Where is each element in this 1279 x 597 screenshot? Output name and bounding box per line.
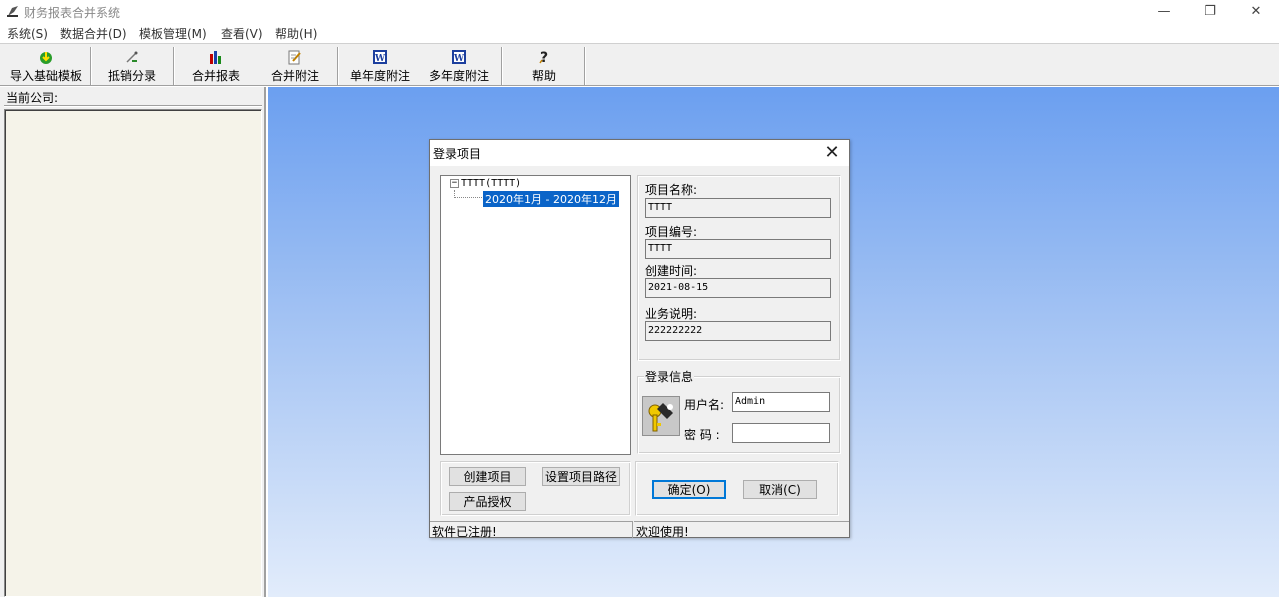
project-code-field: TTTT: [645, 239, 831, 259]
multi-year-notes-button[interactable]: W 多年度附注: [422, 46, 496, 84]
import-template-label: 导入基础模板: [9, 69, 82, 83]
tree-root-node[interactable]: − TTTT(TTTT): [450, 178, 521, 189]
merge-notes-button[interactable]: 合并附注: [257, 46, 333, 84]
offset-entries-label: 抵销分录: [107, 69, 156, 83]
status-welcome: 欢迎使用!: [634, 521, 849, 539]
bar-chart-icon: [207, 49, 225, 65]
edit-notes-icon: [286, 49, 304, 65]
dialog-close-button[interactable]: ✕: [821, 142, 843, 163]
menu-system[interactable]: 系统(S): [7, 25, 48, 42]
password-label: 密 码 :: [684, 428, 720, 442]
created-time-field: 2021-08-15: [645, 278, 831, 298]
project-name-label: 项目名称:: [645, 183, 698, 197]
tree-connector: [454, 190, 482, 198]
offset-icon: [123, 49, 141, 65]
help-label: 帮助: [531, 69, 556, 83]
business-desc-label: 业务说明:: [645, 307, 698, 321]
import-template-button[interactable]: 导入基础模板: [4, 46, 88, 84]
toolbar: 导入基础模板 抵销分录 合并报表 合并附注 W 单年度附注 W 多年度附注 ? …: [0, 43, 1279, 86]
offset-entries-button[interactable]: 抵销分录: [94, 46, 170, 84]
password-input[interactable]: [732, 423, 830, 443]
menu-view[interactable]: 查看(V): [221, 25, 263, 42]
set-project-path-button[interactable]: 设置项目路径: [542, 467, 620, 486]
collapse-icon[interactable]: −: [450, 178, 459, 188]
project-code-label: 项目编号:: [645, 225, 698, 239]
window-title: 财务报表合并系统: [24, 6, 121, 20]
company-panel: 当前公司:: [0, 87, 266, 597]
login-info-label: 登录信息: [644, 368, 695, 385]
project-name-field: TTTT: [645, 198, 831, 218]
dialog-title: 登录项目: [433, 147, 482, 161]
created-time-label: 创建时间:: [645, 264, 698, 278]
ok-button[interactable]: 确定(O): [652, 480, 726, 499]
word-doc-icon: W: [371, 49, 389, 65]
current-company-label: 当前公司:: [6, 91, 59, 105]
import-icon: [37, 49, 55, 65]
svg-text:W: W: [453, 54, 465, 64]
toolbar-separator: [173, 47, 175, 85]
menu-template[interactable]: 模板管理(M): [139, 25, 207, 42]
app-icon: [7, 6, 18, 17]
menu-data-merge[interactable]: 数据合并(D): [60, 25, 127, 42]
project-tree[interactable]: − TTTT(TTTT) 2020年1月 - 2020年12月: [440, 175, 631, 455]
merge-report-label: 合并报表: [191, 69, 240, 83]
username-input[interactable]: Admin: [732, 392, 830, 412]
login-dialog: 登录项目 ✕ − TTTT(TTTT) 2020年1月 - 2020年12月 项目…: [429, 139, 850, 539]
word-doc-icon: W: [450, 49, 468, 65]
company-list[interactable]: [4, 109, 262, 597]
toolbar-separator: [337, 47, 339, 85]
help-button[interactable]: ? 帮助: [508, 46, 580, 84]
single-year-notes-label: 单年度附注: [349, 69, 410, 83]
tree-period-node[interactable]: 2020年1月 - 2020年12月: [482, 190, 620, 208]
product-license-button[interactable]: 产品授权: [449, 492, 526, 511]
key-icon: [642, 396, 680, 436]
toolbar-separator: [501, 47, 503, 85]
svg-text:?: ?: [540, 50, 548, 65]
tree-root-label: TTTT(TTTT): [461, 178, 522, 189]
toolbar-separator: [90, 47, 92, 85]
username-label: 用户名:: [684, 398, 725, 412]
toolbar-separator: [584, 47, 586, 85]
single-year-notes-button[interactable]: W 单年度附注: [343, 46, 417, 84]
close-button[interactable]: ✕: [1233, 0, 1279, 22]
multi-year-notes-label: 多年度附注: [428, 69, 489, 83]
create-project-button[interactable]: 创建项目: [449, 467, 526, 486]
restore-button[interactable]: ❐: [1187, 0, 1233, 22]
divider: [4, 105, 262, 107]
menu-help[interactable]: 帮助(H): [275, 25, 317, 42]
help-icon: ?: [535, 49, 553, 65]
merge-report-button[interactable]: 合并报表: [178, 46, 254, 84]
merge-notes-label: 合并附注: [270, 69, 319, 83]
dialog-title-bar: 登录项目 ✕: [430, 140, 849, 166]
minimize-button[interactable]: —: [1141, 0, 1187, 22]
title-bar: 财务报表合并系统 — ❐ ✕: [0, 0, 1279, 22]
status-registered: 软件已注册!: [430, 521, 633, 539]
cancel-button[interactable]: 取消(C): [743, 480, 817, 499]
business-desc-field: 222222222: [645, 321, 831, 341]
svg-text:W: W: [374, 54, 386, 64]
menu-bar: 系统(S) 数据合并(D) 模板管理(M) 查看(V) 帮助(H): [0, 22, 1279, 42]
